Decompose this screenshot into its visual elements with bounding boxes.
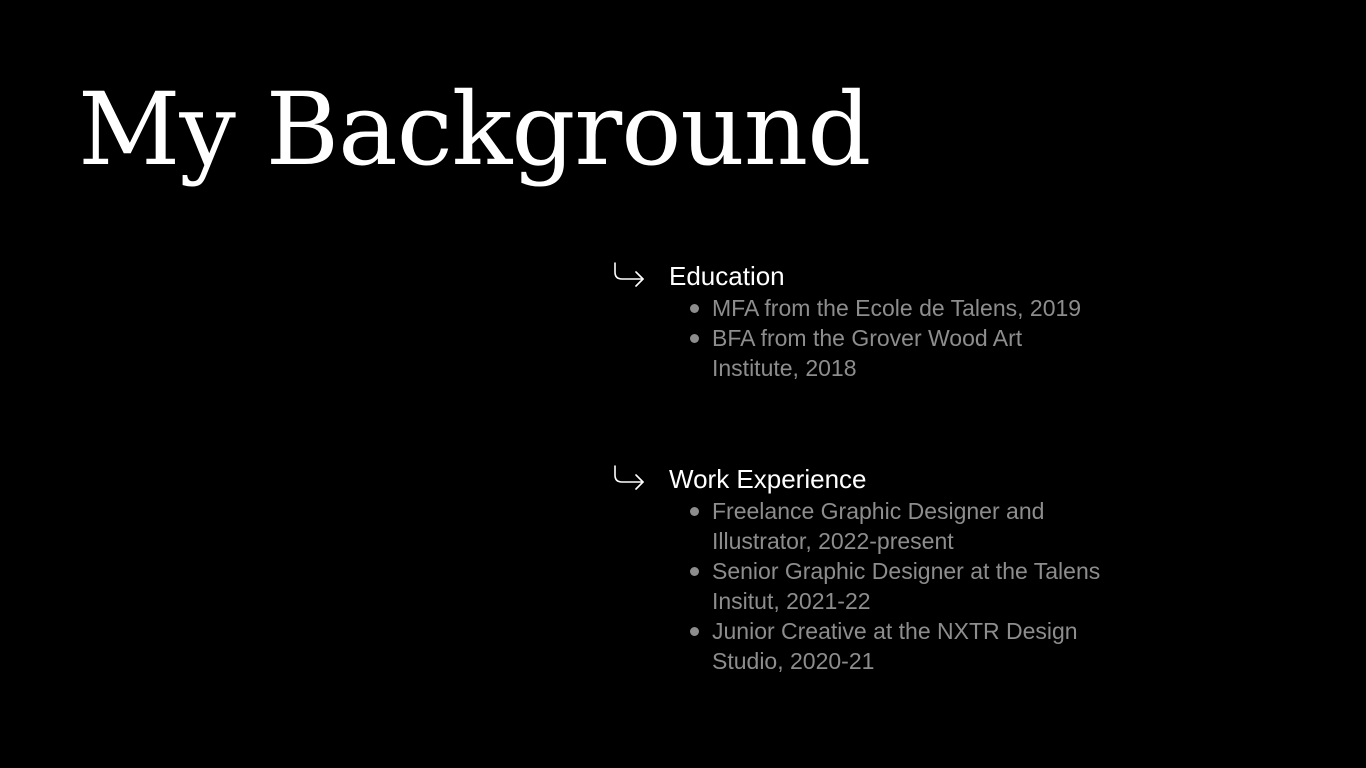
work-experience-list: Freelance Graphic Designer and Illustrat… [690, 496, 1152, 676]
bullet-icon [690, 334, 699, 343]
bullet-icon [690, 507, 699, 516]
bullet-icon [690, 627, 699, 636]
list-item: BFA from the Grover Wood Art Institute, … [690, 323, 1112, 383]
bullet-icon [690, 304, 699, 313]
work-experience-heading: Work Experience [669, 464, 867, 494]
list-item: Freelance Graphic Designer and Illustrat… [690, 496, 1112, 556]
list-item-text: Senior Graphic Designer at the Talens In… [712, 558, 1101, 614]
education-list: MFA from the Ecole de Talens, 2019 BFA f… [690, 293, 1152, 383]
list-item-text: Freelance Graphic Designer and Illustrat… [712, 498, 1045, 554]
education-section: Education MFA from the Ecole de Talens, … [612, 258, 1152, 383]
arrow-down-right-icon [612, 462, 646, 496]
list-item-text: BFA from the Grover Wood Art Institute, … [712, 325, 1023, 381]
work-experience-section: Work Experience Freelance Graphic Design… [612, 461, 1152, 676]
list-item-text: Junior Creative at the NXTR Design Studi… [712, 618, 1078, 674]
education-header: Education [612, 258, 1152, 294]
work-experience-header: Work Experience [612, 461, 1152, 497]
list-item-text: MFA from the Ecole de Talens, 2019 [712, 295, 1082, 321]
bullet-icon [690, 567, 699, 576]
list-item: MFA from the Ecole de Talens, 2019 [690, 293, 1112, 323]
arrow-down-right-icon [612, 259, 646, 293]
list-item: Senior Graphic Designer at the Talens In… [690, 556, 1112, 616]
education-heading: Education [669, 261, 785, 291]
page-title: My Background [78, 71, 871, 188]
list-item: Junior Creative at the NXTR Design Studi… [690, 616, 1112, 676]
